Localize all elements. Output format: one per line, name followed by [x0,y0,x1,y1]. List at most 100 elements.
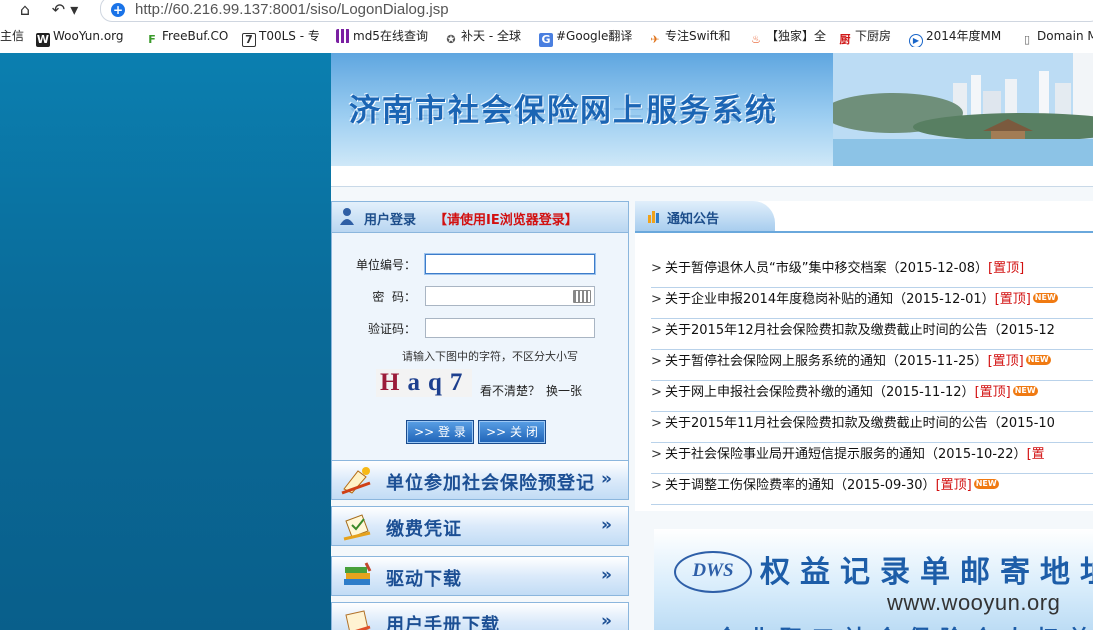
books-icon [344,562,372,585]
login-panel: 用户登录 【请使用IE浏览器登录】 单位编号： 密 码： 验证码： 请输入下图中… [331,201,629,461]
bookmark-item[interactable]: md5在线查询 [336,27,428,45]
password-input[interactable] [425,286,595,306]
notice-item[interactable]: > 关于暂停社会保险网上服务系统的通知（2015-11-25）[置顶] NEW [651,350,1093,381]
bookmark-item[interactable]: ♨ 【独家】全 [749,27,826,46]
pinned-tag: [置顶] [987,354,1024,369]
wooyun-icon: W [36,33,50,47]
bullet-chevron-icon: > [651,323,662,338]
pinned-tag: [置顶] [994,292,1031,307]
kitchen-icon: 厨 [839,33,851,46]
home-icon[interactable]: ⌂ [14,1,36,19]
captcha-hint: 请输入下图中的字符，不区分大小写 [402,350,578,363]
dws-logo: DWS [674,551,752,593]
user-icon [340,208,354,225]
bullet-chevron-icon: > [651,354,662,369]
banner-heading: 权益记录单邮寄地址 [760,555,1093,590]
address-bar[interactable]: + http://60.216.99.137:8001/siso/LogonDi… [100,0,1093,22]
site-banner: 济南市社会保险网上服务系统 济南市社会保险网上服务系统 [331,53,1093,166]
notice-text: 关于社会保险事业局开通短信提示服务的通知（2015-10-22） [665,447,1027,462]
bookmark-item[interactable]: ▶ 2014年度MM [909,27,1001,47]
pinned-tag: [置顶] [974,385,1011,400]
tools-icon: 7 [242,33,256,47]
notice-panel-header: 通知公告 [635,201,1093,233]
site-title-reflection: 济南市社会保险网上服务系统 [349,105,778,122]
menu-manual-download[interactable]: 用户手册下载 » [331,602,629,630]
menu-payment-voucher[interactable]: 缴费凭证 » [331,506,629,546]
pinned-tag: [置顶] [935,478,972,493]
notice-tab[interactable]: 通知公告 [635,201,775,231]
notice-text: 关于2015年12月社会保险费扣款及缴费截止时间的公告（2015-12 [665,323,1055,338]
bookmark-item[interactable]: 主信 [0,27,24,45]
notice-item[interactable]: > 关于调整工伤保险费率的通知（2015-09-30）[置顶] NEW [651,474,1093,505]
notice-item[interactable]: > 关于暂停退休人员“市级”集中移交档案（2015-12-08）[置顶] [651,257,1093,288]
notice-item[interactable]: > 关于2015年12月社会保险费扣款及缴费截止时间的公告（2015-12 [651,319,1093,350]
close-button[interactable]: >> 关 闭 [478,420,546,444]
notice-title: 通知公告 [667,212,720,227]
soft-keyboard-icon[interactable] [573,290,591,303]
page-icon: ▯ [1023,33,1031,46]
grid-icon [336,29,350,43]
login-panel-header: 用户登录 【请使用IE浏览器登录】 [332,202,628,233]
ie-warning: 【请使用IE浏览器登录】 [434,213,578,228]
notice-item[interactable]: > 关于网上申报社会保险费补缴的通知（2015-11-12）[置顶] NEW [651,381,1093,412]
notice-text: 关于2015年11月社会保险费扣款及缴费截止时间的公告（2015-10 [665,416,1055,431]
unit-id-input[interactable] [425,254,595,274]
watermark: www.wooyun.org [887,590,1061,615]
left-background [0,53,331,630]
bullet-chevron-icon: > [651,478,662,493]
bar-chart-icon [648,211,659,223]
bookmark-item[interactable]: ✪ 补天 - 全球 [444,27,521,46]
menu-label: 缴费凭证 [386,519,462,540]
notice-item[interactable]: > 关于2015年11月社会保险费扣款及缴费截止时间的公告（2015-10 [651,412,1093,443]
browser-chrome: ⌂ ↶ ▾ + http://60.216.99.137:8001/siso/L… [0,0,1093,54]
notice-item[interactable]: > 关于企业申报2014年度稳岗补贴的通知（2015-12-01）[置顶] NEW [651,288,1093,319]
bookmark-item[interactable]: 7 T00LS - 专 [242,27,320,47]
bookmark-item[interactable]: F FreeBuf.CO [145,27,228,46]
notice-text: 关于网上申报社会保险费补缴的通知（2015-11-12） [665,385,975,400]
bookmark-item[interactable]: ▯ Domain M [1020,27,1093,46]
bookmark-item[interactable]: W WooYun.org [36,27,124,47]
menu-label: 用户手册下载 [386,615,500,630]
captcha-unclear-text: 看不清楚？ [480,384,541,398]
new-badge-icon: NEW [1025,355,1051,365]
pinned-tag: [置 [1026,447,1045,462]
menu-label: 单位参加社会保险预登记 [386,473,595,494]
site-info-icon[interactable]: + [111,3,125,17]
captcha-image[interactable]: Haq7 [376,369,472,397]
bookmark-item[interactable]: ✈ 专注Swift和 [648,27,730,46]
address-url[interactable]: http://60.216.99.137:8001/siso/LogonDial… [135,1,449,18]
captcha-refresh-link[interactable]: 换一张 [546,382,582,399]
login-button[interactable]: >> 登 录 [406,420,474,444]
bullet-chevron-icon: > [651,261,662,276]
chevron-right-icon: » [601,565,612,585]
menu-pre-registration[interactable]: 单位参加社会保险预登记 » [331,460,629,500]
notice-panel: 通知公告 > 关于暂停退休人员“市级”集中移交档案（2015-12-08）[置顶]… [635,201,1093,511]
page-stage: 济南市社会保险网上服务系统 济南市社会保险网上服务系统 用户登录 【请使用IE浏… [331,53,1093,630]
pinned-tag: [置顶] [988,261,1025,276]
notice-item[interactable]: > 关于社会保险事业局开通短信提示服务的通知（2015-10-22）[置 [651,443,1093,474]
bullet-chevron-icon: > [651,292,662,307]
menu-driver-download[interactable]: 驱动下载 » [331,556,629,596]
bookmarks-bar: 主信 W WooYun.org F FreeBuf.CO 7 T00LS - 专 md… [0,25,1093,47]
new-badge-icon: NEW [1012,386,1038,396]
document-check-icon [343,514,371,541]
bookmark-item[interactable]: G #Google翻译 [539,27,632,47]
unit-id-label: 单位编号： [355,258,416,272]
captcha-label: 验证码： [367,322,416,336]
notice-text: 关于调整工伤保险费率的通知（2015-09-30） [665,478,936,493]
bullet-chevron-icon: > [651,447,662,462]
notice-text: 关于暂停退休人员“市级”集中移交档案（2015-12-08） [665,261,989,276]
google-translate-icon: G [539,33,553,47]
notice-text: 关于暂停社会保险网上服务系统的通知（2015-11-25） [665,354,988,369]
freebuf-icon: F [148,33,156,46]
flame-icon: ♨ [751,33,761,46]
banner-subheading: 企业职工社会保险个人权益记录 [716,621,1093,630]
banner-strip [331,166,1093,187]
captcha-input[interactable] [425,318,595,338]
back-history-icon[interactable]: ↶ ▾ [50,1,80,19]
chevron-right-icon: » [601,515,612,535]
swift-icon: ✈ [650,33,660,46]
bullet-chevron-icon: > [651,416,662,431]
bullet-chevron-icon: > [651,385,662,400]
bookmark-item[interactable]: 厨下厨房 [838,27,892,46]
